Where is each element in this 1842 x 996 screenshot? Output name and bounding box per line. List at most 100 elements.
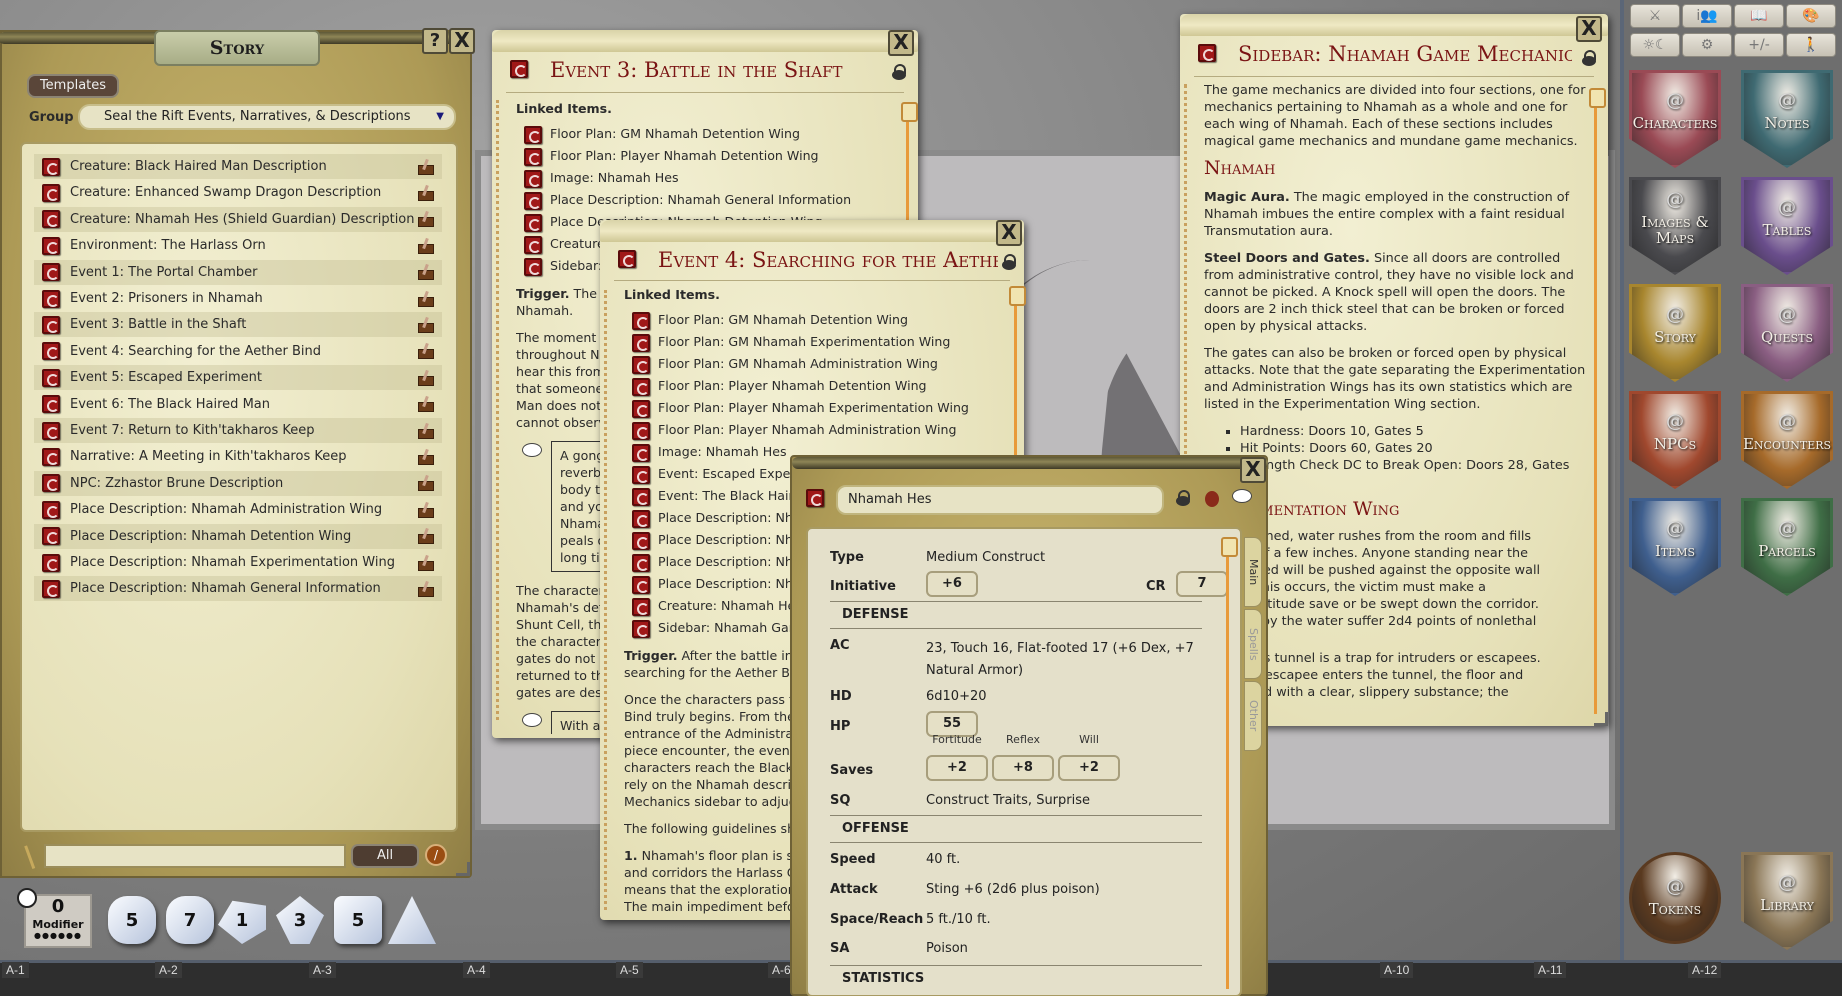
cr-field[interactable]: 7 <box>1176 571 1228 597</box>
story-entry-icon[interactable] <box>42 421 60 440</box>
link-icon[interactable] <box>632 355 650 374</box>
linked-item[interactable]: Place Description: Nhamah General Inform… <box>524 189 896 211</box>
story-list-item[interactable]: Creature: Nhamah Hes (Shield Guardian) D… <box>34 206 442 232</box>
sa-value[interactable]: Poison <box>926 941 968 956</box>
reflex-save-field[interactable]: +8 <box>992 755 1054 781</box>
linked-item[interactable]: Floor Plan: Player Nhamah Detention Wing <box>632 375 1004 397</box>
story-entry-icon[interactable] <box>42 183 60 202</box>
linked-item[interactable]: Floor Plan: Player Nhamah Detention Wing <box>524 145 896 167</box>
story-entry-icon[interactable] <box>42 236 60 255</box>
attack-value[interactable]: Sting +6 (2d6 plus poison) <box>926 882 1100 897</box>
edit-icon[interactable] <box>418 159 434 175</box>
edit-icon[interactable] <box>418 211 434 228</box>
story-list-item[interactable]: Place Description: Nhamah Administration… <box>34 497 442 522</box>
will-save-field[interactable]: +2 <box>1058 755 1120 781</box>
tab-other[interactable]: Other <box>1244 681 1262 751</box>
edit-mode-button[interactable]: / <box>425 844 447 866</box>
story-entry-icon[interactable] <box>42 315 60 334</box>
edit-icon[interactable] <box>418 423 434 439</box>
link-icon[interactable] <box>524 257 542 276</box>
story-list-item[interactable]: Place Description: Nhamah Experimentatio… <box>34 550 442 575</box>
close-button[interactable]: X <box>449 28 475 54</box>
edit-icon[interactable] <box>418 581 434 597</box>
scrollbar[interactable] <box>1221 537 1238 989</box>
edit-icon[interactable] <box>418 555 434 571</box>
story-list-item[interactable]: Place Description: Nhamah General Inform… <box>34 576 442 602</box>
link-icon[interactable] <box>632 597 650 616</box>
party-info-button[interactable]: i👥 <box>1682 4 1732 28</box>
modifier-reset-icon[interactable] <box>17 888 37 908</box>
resize-handle[interactable] <box>456 862 470 876</box>
link-icon[interactable] <box>524 147 542 166</box>
color-palette-button[interactable]: 🎨 <box>1786 4 1836 28</box>
link-icon[interactable] <box>632 377 650 396</box>
edit-icon[interactable] <box>418 238 434 254</box>
story-entry-icon[interactable] <box>42 553 60 572</box>
crossed-swords-button[interactable]: ⚔ <box>1630 4 1680 28</box>
linked-item[interactable]: Floor Plan: Player Nhamah Administration… <box>632 419 1004 441</box>
link-icon[interactable] <box>632 509 650 528</box>
story-entry-icon[interactable] <box>42 263 60 282</box>
edit-icon[interactable] <box>418 264 434 281</box>
linked-item[interactable]: Floor Plan: Player Nhamah Experimentatio… <box>632 397 1004 419</box>
story-entry-icon[interactable] <box>42 368 60 387</box>
link-icon[interactable] <box>632 575 650 594</box>
tab-main[interactable]: Main <box>1244 537 1262 607</box>
story-list-item[interactable]: Event 1: The Portal Chamber <box>34 259 442 285</box>
story-list-item[interactable]: Narrative: A Meeting in Kith'takharos Ke… <box>34 444 442 469</box>
story-list-item[interactable]: Event 6: The Black Haired Man <box>34 392 442 417</box>
close-button[interactable]: X <box>1576 16 1602 42</box>
scrollbar[interactable] <box>1589 88 1606 714</box>
link-icon[interactable] <box>632 421 650 440</box>
linked-item[interactable]: Floor Plan: GM Nhamah Administration Win… <box>632 353 1004 375</box>
linked-item[interactable]: Image: Nhamah Hes <box>524 167 896 189</box>
speech-bubble-icon[interactable] <box>522 443 542 457</box>
story-list-item[interactable]: Place Description: Nhamah Detention Wing <box>34 523 442 549</box>
story-entry-icon[interactable] <box>42 289 60 308</box>
group-dropdown[interactable]: Seal the Rift Events, Narratives, & Desc… <box>78 104 456 130</box>
edit-icon[interactable] <box>418 343 434 360</box>
character-figure-button[interactable]: 🚶 <box>1786 33 1836 57</box>
linked-item[interactable]: Floor Plan: GM Nhamah Detention Wing <box>632 309 1004 331</box>
close-button[interactable]: X <box>996 220 1022 246</box>
speech-bubble-icon[interactable] <box>522 713 542 727</box>
sq-value[interactable]: Construct Traits, Surprise <box>926 793 1090 808</box>
story-entry-icon[interactable] <box>42 210 60 229</box>
edit-icon[interactable] <box>418 396 434 413</box>
templates-button[interactable]: Templates <box>27 74 119 98</box>
link-icon[interactable] <box>632 465 650 484</box>
story-entry-icon[interactable] <box>42 474 60 493</box>
modifiers-button[interactable]: +/- <box>1734 33 1784 57</box>
lock-icon[interactable] <box>1176 490 1190 506</box>
fortitude-save-field[interactable]: +2 <box>926 755 988 781</box>
edit-icon[interactable] <box>418 291 434 307</box>
edit-icon[interactable] <box>418 317 434 333</box>
close-button[interactable]: X <box>888 30 914 56</box>
story-list-item[interactable]: Event 2: Prisoners in Nhamah <box>34 286 442 311</box>
initiative-field[interactable]: +6 <box>926 571 978 597</box>
link-icon[interactable] <box>524 235 542 254</box>
link-icon[interactable] <box>632 531 650 550</box>
story-entry-icon[interactable] <box>42 500 60 519</box>
day-night-button[interactable]: ☼☾ <box>1630 33 1680 57</box>
story-list-item[interactable]: Event 4: Searching for the Aether Bind <box>34 339 442 364</box>
story-list-item[interactable]: Event 7: Return to Kith'takharos Keep <box>34 418 442 443</box>
bug-icon[interactable] <box>1205 491 1219 507</box>
npc-icon[interactable] <box>806 489 824 507</box>
speed-value[interactable]: 40 ft. <box>926 852 960 867</box>
link-icon[interactable] <box>632 311 650 330</box>
close-button[interactable]: X <box>1240 457 1266 483</box>
edit-icon[interactable] <box>418 370 434 386</box>
edit-icon[interactable] <box>418 185 434 201</box>
story-list-item[interactable]: Event 5: Escaped Experiment <box>34 365 442 391</box>
npc-name-field[interactable]: Nhamah Hes <box>836 485 1164 515</box>
link-icon[interactable] <box>524 125 542 144</box>
space-reach-value[interactable]: 5 ft./10 ft. <box>926 912 991 927</box>
edit-icon[interactable] <box>418 528 434 545</box>
linked-item[interactable]: Floor Plan: GM Nhamah Experimentation Wi… <box>632 331 1004 353</box>
d20-die[interactable]: 5 <box>108 896 156 944</box>
options-gear-button[interactable]: ⚙ <box>1682 33 1732 57</box>
link-icon[interactable] <box>632 487 650 506</box>
help-button[interactable]: ? <box>422 28 448 54</box>
calendar-button[interactable]: 📖 <box>1734 4 1784 28</box>
